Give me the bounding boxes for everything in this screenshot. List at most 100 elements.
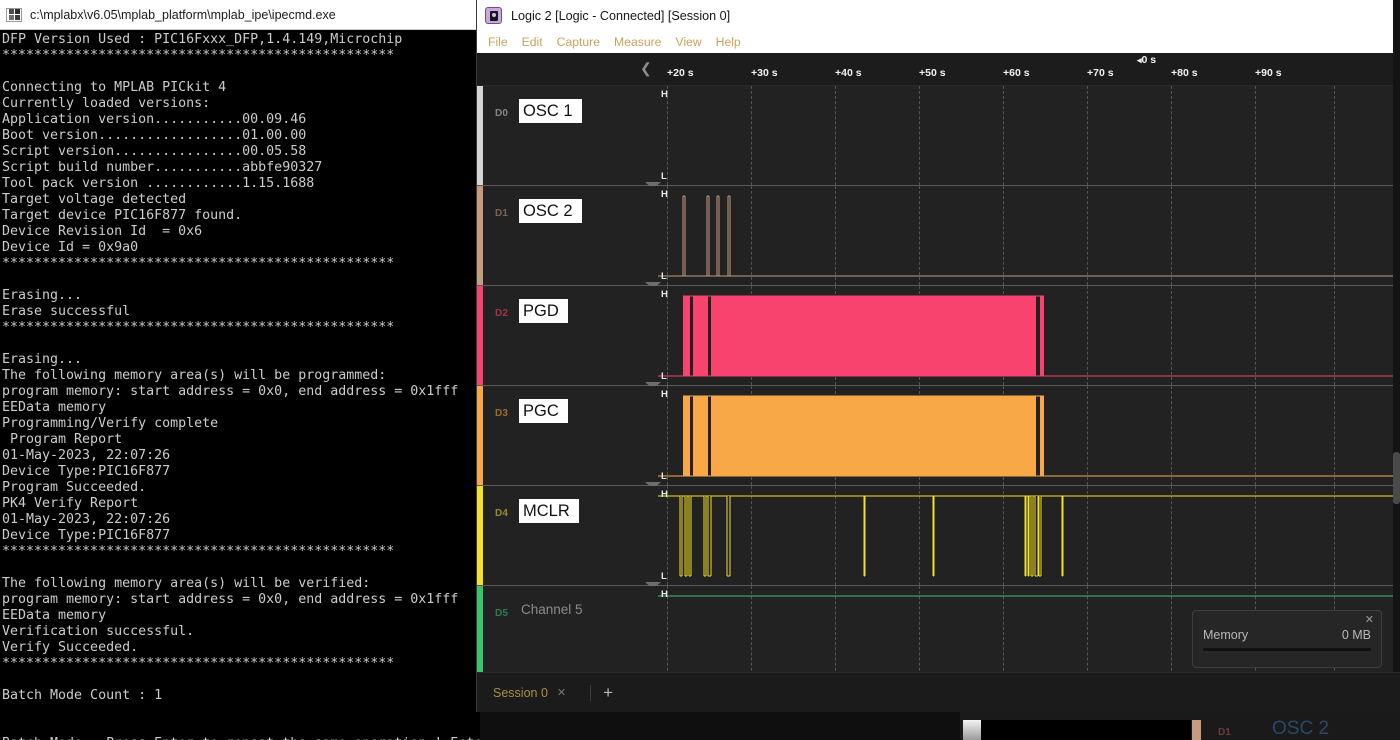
menu-item-capture[interactable]: Capture [553,34,610,51]
vertical-scrollbar[interactable] [1393,0,1400,712]
logic2-window[interactable]: Logic 2 [Logic - Connected] [Session 0] … [476,0,1400,712]
channel-header[interactable]: D5 Channel 5 [483,586,658,686]
ruler-tick: +80 s [1171,67,1198,79]
console-titlebar[interactable]: c:\mplabx\v6.05\mplab_platform\mplab_ipe… [0,0,480,30]
channel-list[interactable]: D0OSC 1HLD1OSC 2HLD2PGDHLD3PGCHLD4MCLRHL… [477,86,1400,671]
console-output[interactable]: DFP Version Used : PIC16Fxxx_DFP,1.4.149… [0,30,480,740]
console-line: Target voltage detected [2,192,480,208]
memory-progress-bar [1203,648,1371,651]
console-line [2,336,480,352]
background-channel-name: OSC 2 [1272,718,1329,740]
channel-row-d1[interactable]: D1 OSC 2 HL [477,186,1400,286]
ruler-tick: +20 s [667,67,694,79]
channel-row-d0[interactable]: D0OSC 1HL [477,86,1400,186]
console-line: Erasing... [2,288,480,304]
console-line: 01-May-2023, 22:07:26 [2,512,480,528]
menu-bar[interactable]: FileEditCaptureMeasureViewHelp [477,31,1400,53]
console-line: program memory: start address = 0x0, end… [2,384,480,400]
channel-plot[interactable]: HL [658,486,1400,585]
ruler-zero-label: ◂0 s [1137,54,1156,66]
console-line: PK4 Verify Report [2,496,480,512]
console-line: Device Id = 0x9a0 [2,240,480,256]
waveform [658,286,1400,385]
memory-label: Memory [1203,628,1248,642]
level-label-high: H [661,89,668,100]
channel-id-badge: D1 [495,208,508,219]
session-tab[interactable]: Session 0 ✕ [493,682,578,704]
chevron-left-icon[interactable]: ❮ [640,61,652,75]
console-icon [6,8,22,22]
console-line: Programming/Verify complete [2,416,480,432]
level-label-low: L [661,571,667,582]
channel-row-d2[interactable]: D2PGDHL [477,286,1400,386]
channel-header[interactable]: D0OSC 1 [483,86,658,185]
channel-plot[interactable]: HL [658,286,1400,385]
memory-panel[interactable]: ✕ Memory 0 MB [1192,610,1382,668]
console-line: Application version...........00.09.46 [2,112,480,128]
console-line: Script build number...........abbfe90327 [2,160,480,176]
console-line: program memory: start address = 0x0, end… [2,592,480,608]
session-tab-bar[interactable]: Session 0 ✕ + [477,672,1400,712]
level-label-low: L [661,271,667,282]
close-icon[interactable]: ✕ [557,686,566,699]
channel-plot[interactable]: HL [658,386,1400,485]
console-line: Batch Mode: Press Enter to repeat the sa… [2,736,480,740]
channel-name-input[interactable]: Channel 5 [521,600,583,620]
console-line: Verification successful. [2,624,480,640]
level-label-high: H [661,289,668,300]
menu-item-measure[interactable]: Measure [610,34,671,51]
console-line: Device Type:PIC16F877 [2,528,480,544]
logic2-titlebar[interactable]: Logic 2 [Logic - Connected] [Session 0] [477,0,1400,31]
channel-name-input[interactable]: OSC 1 [519,99,582,123]
channel-header[interactable]: D3PGC [483,386,658,485]
screen-root: D1 OSC 2 c:\mplabx\v6.05\mplab_platform\… [0,0,1400,740]
console-line: EEData memory [2,400,480,416]
close-icon[interactable]: ✕ [1365,613,1374,626]
background-window-edge [963,720,981,740]
console-line: ****************************************… [2,544,480,560]
console-line: ****************************************… [2,48,480,64]
menu-item-file[interactable]: File [484,34,518,51]
console-line [2,720,480,736]
channel-name-input[interactable]: MCLR [519,499,579,523]
waveform [658,386,1400,485]
background-channel-id: D1 [1218,727,1231,738]
channel-row-d4[interactable]: D4MCLRHL [477,486,1400,586]
console-line: Device Type:PIC16F877 [2,464,480,480]
channel-header[interactable]: D2PGD [483,286,658,385]
ipecmd-console-window[interactable]: c:\mplabx\v6.05\mplab_platform\mplab_ipe… [0,0,480,740]
memory-value: 0 MB [1342,628,1371,642]
channel-plot[interactable]: HL [658,86,1400,185]
menu-item-edit[interactable]: Edit [518,34,553,51]
console-line [2,272,480,288]
channel-name-input[interactable]: PGD [519,299,568,323]
timeline-ruler[interactable]: ❮ ◂0 s 100 s +20 s+30 s+40 s+50 s+60 s+7… [477,53,1400,86]
console-line: Device Revision Id = 0x6 [2,224,480,240]
session-tab-label: Session 0 [493,686,548,700]
memory-row: Memory 0 MB [1203,628,1371,642]
channel-header[interactable]: D4MCLR [483,486,658,585]
ruler-tick: +70 s [1087,67,1114,79]
console-line: ****************************************… [2,656,480,672]
channel-row-d3[interactable]: D3PGCHL [477,386,1400,486]
console-line: The following memory area(s) will be ver… [2,576,480,592]
channel-name-input[interactable]: OSC 2 [519,199,582,223]
menu-item-view[interactable]: View [671,34,711,51]
channel-plot[interactable]: HL [658,186,1400,285]
waveform [658,86,1400,185]
vertical-scrollbar-thumb[interactable] [1393,452,1400,504]
channel-id-badge: D5 [495,608,508,619]
plus-icon[interactable]: + [603,684,613,701]
channel-header[interactable]: D1 OSC 2 [483,186,658,285]
level-label-high: H [661,389,668,400]
console-line: Batch Mode Count : 1 [2,688,480,704]
level-label-high: H [661,589,668,600]
channel-name-input[interactable]: PGC [519,399,568,423]
console-line: The following memory area(s) will be pro… [2,368,480,384]
console-line [2,560,480,576]
console-line: Program Succeeded. [2,480,480,496]
console-line: ****************************************… [2,256,480,272]
level-label-high: H [661,489,668,500]
console-line: Target device PIC16F877 found. [2,208,480,224]
menu-item-help[interactable]: Help [712,34,751,51]
